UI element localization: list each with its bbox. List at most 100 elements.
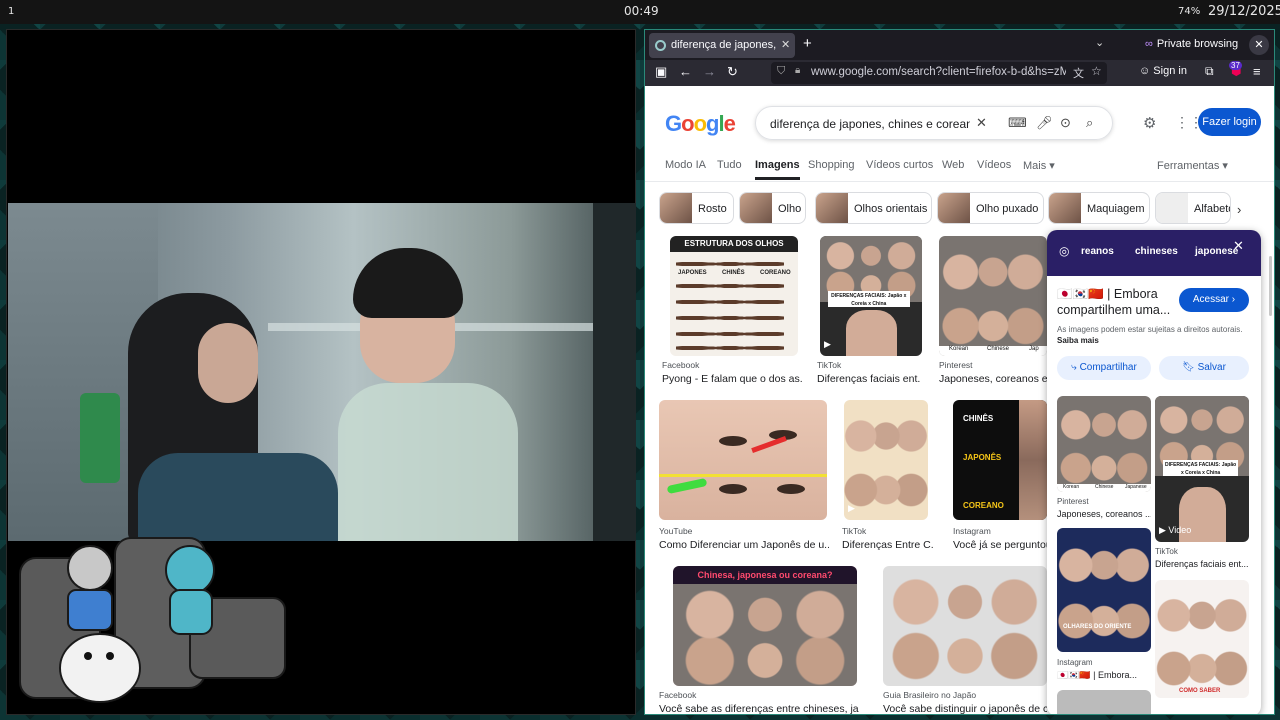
related-image[interactable]: OLHARES DO ORIENTE Instagram 🇯🇵🇰🇷🇨🇳 | Em… — [1057, 528, 1151, 684]
result-source: Instagram — [953, 526, 991, 536]
image-result[interactable]: DIFERENÇAS FACIAIS: Japão x Coreia x Chi… — [817, 236, 927, 385]
preview-title[interactable]: 🇯🇵🇰🇷🇨🇳 | Embora compartilhem uma... — [1057, 286, 1177, 318]
window-close-button[interactable]: ✕ — [1249, 35, 1269, 55]
result-title[interactable]: Você sabe distinguir o japonês de corean… — [883, 703, 1047, 714]
chevron-right-icon[interactable]: › — [1237, 202, 1241, 217]
page-scrollbar[interactable] — [1269, 256, 1272, 316]
scene-pillar — [593, 203, 636, 541]
preview-image[interactable]: reanos chineses japonese — [1047, 230, 1261, 276]
chip-rosto[interactable]: Rosto — [659, 192, 734, 224]
chip-alfabeto[interactable]: Alfabeto — [1155, 192, 1231, 224]
lock-icon[interactable]: 🔒︎ — [795, 65, 800, 76]
share-button[interactable]: ⤷ Compartilhar — [1057, 356, 1151, 380]
result-title[interactable]: Pyong - E falam que o dos as... — [662, 373, 802, 385]
login-button[interactable]: Fazer login — [1198, 108, 1261, 136]
image-result[interactable]: ESTRUTURA DOS OLHOS JAPONES CHINÊS COREANO… — [662, 236, 802, 385]
tab-web[interactable]: Web — [942, 159, 964, 171]
result-image[interactable] — [659, 400, 827, 520]
sign-in-button[interactable]: ☺ Sign in — [1139, 65, 1187, 77]
related-image-thumb[interactable]: DIFERENÇAS FACIAIS: Japão x Coreia x Chi… — [1155, 396, 1249, 542]
image-result[interactable]: ▶ TikTok Diferenças Entre C... — [842, 400, 942, 551]
related-image-thumb[interactable]: Korean Chinese Japanese — [1057, 396, 1151, 492]
result-image[interactable]: Korean Chinese Jap — [939, 236, 1047, 356]
back-button[interactable]: ← — [679, 64, 692, 79]
tab-modo-ia[interactable]: Modo IA — [665, 159, 706, 171]
related-image-thumb[interactable]: COMO SABER — [1155, 580, 1249, 698]
result-title[interactable]: Japoneses, coreanos e c — [939, 373, 1047, 385]
image-result[interactable]: Guia Brasileiro no Japão Você sabe disti… — [883, 566, 1047, 714]
related-image-thumb[interactable]: OLHARES DO ORIENTE — [1057, 528, 1151, 652]
related-image-thumb[interactable] — [1057, 690, 1151, 714]
chip-maquiagem[interactable]: Maquiagem — [1048, 192, 1150, 224]
google-favicon-icon — [655, 40, 666, 51]
visit-button[interactable]: Acessar › — [1179, 288, 1249, 312]
result-image[interactable]: ▶ — [844, 400, 928, 520]
tab-mais[interactable]: Mais ▾ — [1023, 159, 1055, 172]
lens-camera-icon[interactable]: ⊙ — [1060, 115, 1071, 131]
lens-search-icon[interactable]: ◎ — [1059, 244, 1069, 258]
tab-shopping[interactable]: Shopping — [808, 159, 855, 171]
related-image[interactable]: DIFERENÇAS FACIAIS: Japão x Coreia x Chi… — [1155, 396, 1249, 572]
tab-imagens[interactable]: Imagens — [755, 159, 800, 180]
tab-videos[interactable]: Vídeos — [977, 159, 1011, 171]
list-all-tabs-icon[interactable]: ⌄ — [1095, 36, 1104, 49]
translate-icon[interactable]: 文 — [1073, 65, 1084, 81]
tab-close-icon[interactable]: ✕ — [781, 38, 790, 51]
result-source: TikTok — [817, 360, 842, 370]
image-result[interactable]: Korean Chinese Jap Pinterest Japoneses, co… — [939, 236, 1047, 385]
extensions-icon[interactable]: ⧉ — [1205, 64, 1214, 79]
result-title[interactable]: Como Diferenciar um Japonês de u... — [659, 539, 829, 551]
result-image[interactable]: DIFERENÇAS FACIAIS: Japão x Coreia x Chi… — [820, 236, 922, 356]
related-title[interactable]: Japoneses, coreanos ... — [1057, 509, 1151, 519]
tab-tudo[interactable]: Tudo — [717, 159, 742, 171]
google-logo[interactable]: Google — [665, 111, 736, 137]
chip-olho-puxado[interactable]: Olho puxado — [937, 192, 1044, 224]
menu-icon[interactable]: ≡ — [1253, 64, 1261, 79]
result-title[interactable]: Você já se perguntou — [953, 539, 1047, 551]
related-title[interactable]: 🇯🇵🇰🇷🇨🇳 | Embora... — [1057, 670, 1151, 681]
tab-videos-curtos[interactable]: Vídeos curtos — [866, 159, 933, 171]
image-result[interactable]: CHINÊS JAPONÊS COREANO Instagram Você já… — [953, 400, 1047, 551]
url-text[interactable]: www.google.com/search?client=firefox-b-d… — [811, 66, 1066, 78]
url-bar[interactable]: ⛉ 🔒︎ www.google.com/search?client=firefo… — [771, 62, 1107, 84]
image-result[interactable]: Chinesa, japonesa ou coreana? Facebook V… — [659, 566, 869, 714]
forward-button[interactable]: → — [703, 64, 716, 79]
result-image[interactable]: ESTRUTURA DOS OLHOS JAPONES CHINÊS COREANO — [670, 236, 798, 356]
new-tab-button[interactable]: + — [803, 35, 812, 52]
tab-google-search[interactable]: diferença de japones, c ✕ — [649, 33, 795, 58]
image-preview-panel[interactable]: reanos chineses japonese ◎ ✕ 🇯🇵🇰🇷🇨🇳 | Em… — [1047, 230, 1261, 714]
learn-more-link[interactable]: Saiba mais — [1057, 336, 1099, 345]
close-icon[interactable]: ✕ — [1233, 238, 1244, 254]
result-image[interactable]: Chinesa, japonesa ou coreana? — [673, 566, 857, 686]
chip-olhos-orientais[interactable]: Olhos orientais — [815, 192, 932, 224]
tab-bar: diferença de japones, c ✕ + ⌄ ∞ Private b… — [645, 30, 1274, 60]
chip-olho[interactable]: Olho — [739, 192, 806, 224]
search-input[interactable]: diferença de japones, chines e coreano — [770, 117, 970, 131]
result-title[interactable]: Diferenças faciais ent... — [817, 373, 921, 385]
tracking-protection-icon[interactable]: ⛉ — [777, 65, 785, 78]
result-image[interactable] — [883, 566, 1047, 686]
result-image[interactable]: CHINÊS JAPONÊS COREANO — [953, 400, 1047, 520]
related-image[interactable]: Korean Chinese Japanese Pinterest Japonese… — [1057, 396, 1151, 524]
workspace-indicator[interactable]: 1 — [8, 6, 14, 17]
sidebar-toggle-icon[interactable]: ▣ — [655, 64, 667, 80]
play-icon: ▶ Video — [1159, 525, 1192, 535]
keyboard-icon[interactable]: ⌨ — [1008, 115, 1027, 131]
search-box[interactable]: diferença de japones, chines e coreano ✕… — [755, 106, 1113, 140]
result-source: Facebook — [659, 690, 697, 700]
clear-search-icon[interactable]: ✕ — [976, 115, 987, 131]
tools-button[interactable]: Ferramentas ▾ — [1157, 159, 1228, 172]
image-result[interactable]: YouTube Como Diferenciar um Japonês de u… — [659, 400, 829, 551]
settings-gear-icon[interactable]: ⚙ — [1143, 114, 1156, 132]
related-title[interactable]: Diferenças faciais ent... — [1155, 559, 1249, 569]
microphone-icon[interactable]: 🎤︎ — [1036, 115, 1053, 131]
reload-button[interactable]: ↻ — [727, 64, 738, 80]
related-image[interactable]: COMO SABER — [1155, 580, 1249, 700]
firefox-window[interactable]: diferença de japones, c ✕ + ⌄ ∞ Private b… — [644, 29, 1275, 715]
bookmark-star-icon[interactable]: ☆ — [1091, 64, 1102, 78]
result-title[interactable]: Você sabe as diferenças entre chineses, … — [659, 703, 859, 714]
save-button[interactable]: 🔖︎ Salvar — [1159, 356, 1249, 380]
search-icon[interactable]: ⌕ — [1086, 115, 1093, 131]
video-frame[interactable] — [8, 203, 636, 541]
result-title[interactable]: Diferenças Entre C... — [842, 539, 934, 551]
